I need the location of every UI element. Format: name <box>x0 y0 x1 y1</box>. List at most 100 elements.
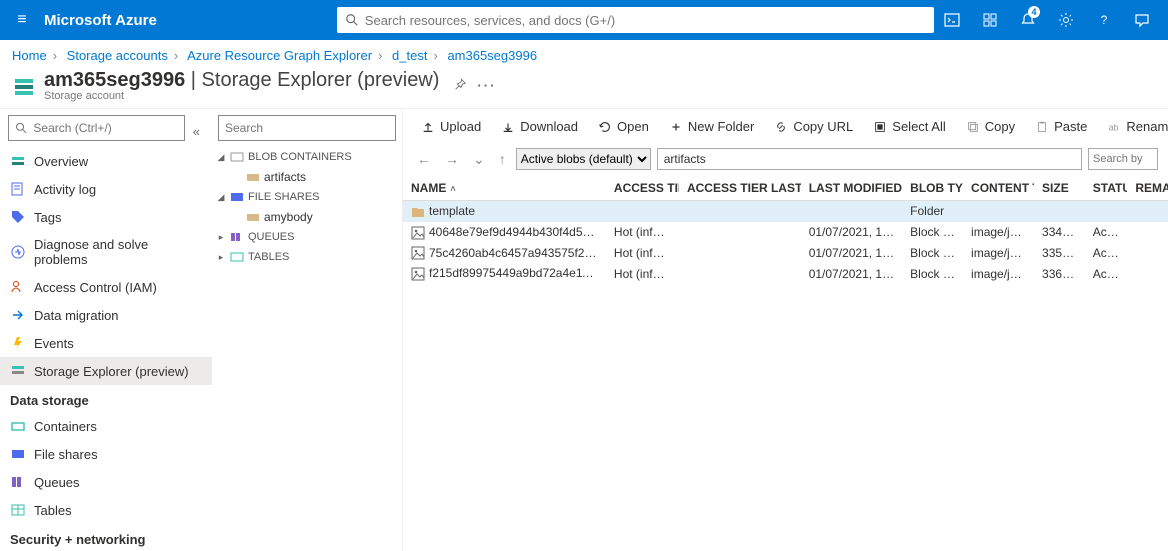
blob-view-select[interactable]: Active blobs (default) <box>516 148 651 170</box>
cell-name: f215df89975449a9bd72a4e112372036.jpg <box>403 263 606 284</box>
tree-queues[interactable]: ▸QUEUES <box>212 227 402 247</box>
table-row[interactable]: 40648e79ef9d4944b430f4d5c06547ab.jpgHot … <box>403 222 1168 243</box>
cell-content-type: image/jpeg <box>963 222 1034 243</box>
col-name[interactable]: NAME˄ <box>403 176 606 201</box>
tree-blob-containers[interactable]: ◢BLOB CONTAINERS <box>212 147 402 167</box>
table-row[interactable]: f215df89975449a9bd72a4e112372036.jpgHot … <box>403 263 1168 284</box>
breadcrumb-item[interactable]: Home <box>12 48 47 63</box>
nav-back-icon[interactable]: ← <box>413 149 435 169</box>
page-subtitle: Storage account <box>44 90 439 102</box>
open-button[interactable]: Open <box>590 115 657 138</box>
nav-activity-log[interactable]: Activity log <box>0 175 212 203</box>
nav-storage-explorer[interactable]: Storage Explorer (preview) <box>0 357 212 385</box>
paste-button[interactable]: Paste <box>1027 115 1095 138</box>
path-input[interactable]: artifacts <box>657 148 1082 170</box>
breadcrumb-item[interactable]: Azure Resource Graph Explorer <box>187 48 372 63</box>
svg-text:?: ? <box>1101 13 1108 27</box>
nav-file-shares[interactable]: File shares <box>0 440 212 468</box>
nav-access-control[interactable]: Access Control (IAM) <box>0 273 212 301</box>
cell-access-tier: Hot (inferred) <box>606 243 679 264</box>
filter-input[interactable] <box>1088 148 1158 170</box>
more-actions[interactable]: ··· <box>477 78 496 93</box>
caret-right-icon: ▸ <box>216 252 226 263</box>
nav-down-icon[interactable]: ⌄ <box>469 149 489 170</box>
copy-url-button[interactable]: Copy URL <box>766 115 861 138</box>
page-title: am365seg3996 | Storage Explorer (preview… <box>44 69 439 92</box>
feedback-icon[interactable] <box>1124 0 1160 40</box>
overview-icon <box>10 153 26 169</box>
pin-icon[interactable] <box>453 77 467 94</box>
nav-overview[interactable]: Overview <box>0 147 212 175</box>
cell-size <box>1034 201 1085 222</box>
cell-access-tier-mod <box>679 243 801 264</box>
search-icon <box>345 13 359 27</box>
page-title-row: am365seg3996 | Storage Explorer (preview… <box>0 69 1168 108</box>
upload-button[interactable]: Upload <box>413 115 489 138</box>
brand[interactable]: Microsoft Azure <box>44 12 157 29</box>
tree-item-amybody[interactable]: amybody <box>212 207 402 227</box>
col-blob-type[interactable]: BLOB TYPE <box>902 176 963 201</box>
cell-access-tier: Hot (inferred) <box>606 263 679 284</box>
col-size[interactable]: SIZE <box>1034 176 1085 201</box>
table-row[interactable]: 75c4260ab4c6457a943575f222ca20b2.jpgHot … <box>403 243 1168 264</box>
tree-search-input[interactable] <box>225 121 389 135</box>
explorer-content: Upload Download Open New Folder Copy URL… <box>402 108 1168 551</box>
directories-icon[interactable] <box>972 0 1008 40</box>
cell-blob-type: Folder <box>902 201 963 222</box>
cell-access-tier-mod <box>679 263 801 284</box>
container-icon <box>246 170 260 184</box>
select-all-button[interactable]: Select All <box>865 115 953 138</box>
tree-item-artifacts[interactable]: artifacts <box>212 167 402 187</box>
download-button[interactable]: Download <box>493 115 586 138</box>
nav-diagnose[interactable]: Diagnose and solve problems <box>0 231 212 273</box>
rename-button[interactable]: abRename <box>1099 115 1168 138</box>
nav-forward-icon[interactable]: → <box>441 149 463 169</box>
settings-icon[interactable] <box>1048 0 1084 40</box>
notifications-icon[interactable]: 4 <box>1010 0 1046 40</box>
cell-content-type: image/jpeg <box>963 243 1034 264</box>
cell-access-tier-mod <box>679 201 801 222</box>
nav-up-icon[interactable]: ↑ <box>495 149 510 169</box>
breadcrumb-item[interactable]: Storage accounts <box>67 48 168 63</box>
help-icon[interactable]: ? <box>1086 0 1122 40</box>
breadcrumb-item[interactable]: am365seg3996 <box>447 48 537 63</box>
collapse-menu-icon[interactable]: « <box>193 124 200 139</box>
global-search[interactable] <box>337 7 934 33</box>
nav-events[interactable]: Events <box>0 329 212 357</box>
file-share-icon <box>246 210 260 224</box>
col-content-type[interactable]: CONTENT TYPE <box>963 176 1034 201</box>
nav-data-migration[interactable]: Data migration <box>0 301 212 329</box>
tree-file-shares[interactable]: ◢FILE SHARES <box>212 187 402 207</box>
image-file-icon <box>411 267 425 281</box>
col-last-modified[interactable]: LAST MODIFIED <box>801 176 902 201</box>
breadcrumb-item[interactable]: d_test <box>392 48 427 63</box>
new-folder-button[interactable]: New Folder <box>661 115 762 138</box>
tree-tables[interactable]: ▸TABLES <box>212 247 402 267</box>
col-status[interactable]: STATUS <box>1085 176 1128 201</box>
nav-tables[interactable]: Tables <box>0 496 212 524</box>
copy-button[interactable]: Copy <box>958 115 1023 138</box>
resource-menu-search[interactable] <box>8 115 185 141</box>
topbar-right: 4 ? <box>934 0 1160 40</box>
global-search-input[interactable] <box>365 13 926 28</box>
col-access-tier[interactable]: ACCESS TIER <box>606 176 679 201</box>
nav-queues[interactable]: Queues <box>0 468 212 496</box>
data-migration-icon <box>10 307 26 323</box>
cell-remaining <box>1127 243 1168 264</box>
cell-last-modified: 01/07/2021, 12:57:48 <box>801 243 902 264</box>
cell-remaining <box>1127 263 1168 284</box>
hamburger-menu[interactable]: ≡ <box>8 11 36 29</box>
folder-icon <box>411 205 425 219</box>
cloud-shell-icon[interactable] <box>934 0 970 40</box>
col-remaining[interactable]: REMAI <box>1127 176 1168 201</box>
nav-tags[interactable]: Tags <box>0 203 212 231</box>
cell-status <box>1085 201 1128 222</box>
explorer-tree: ◢BLOB CONTAINERS artifacts ◢FILE SHARES … <box>212 108 402 551</box>
resource-menu-search-input[interactable] <box>33 121 177 135</box>
nav-containers[interactable]: Containers <box>0 412 212 440</box>
cell-last-modified: 01/07/2021, 12:57:48 <box>801 263 902 284</box>
cell-content-type <box>963 201 1034 222</box>
tree-search[interactable] <box>218 115 396 141</box>
col-access-tier-mod[interactable]: ACCESS TIER LAST MODIFIED <box>679 176 801 201</box>
table-row[interactable]: templateFolder <box>403 201 1168 222</box>
